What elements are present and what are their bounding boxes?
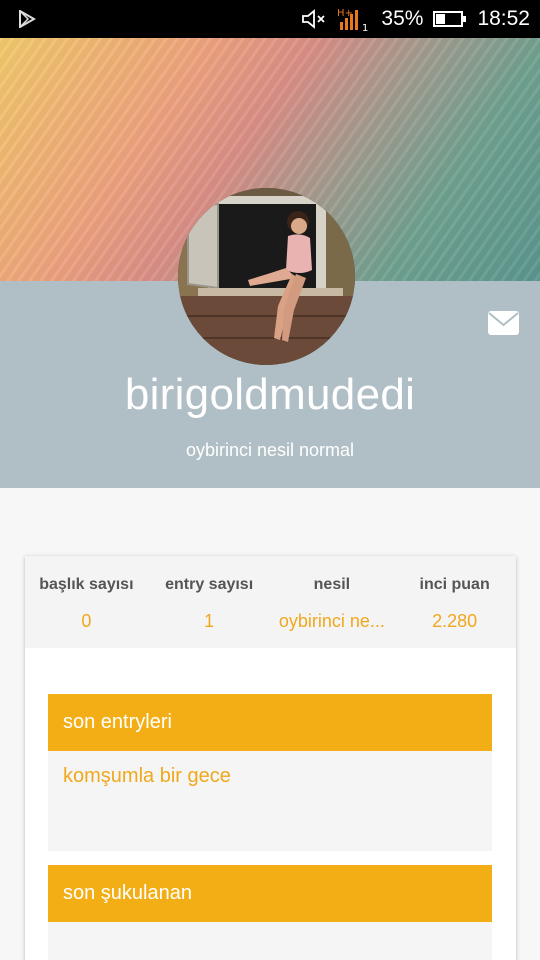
- stat-label: nesil: [313, 576, 351, 593]
- username: birigoldmudedi: [124, 370, 416, 419]
- stat-label: inci puan: [419, 576, 490, 593]
- clock: 18:52: [477, 7, 530, 30]
- stats-row: başlık sayısı 0 entry sayısı 1 nesil oyb…: [25, 556, 516, 648]
- profile-subtitle: oybirinci nesil normal: [185, 440, 355, 460]
- avatar[interactable]: [178, 188, 355, 365]
- recent-entries-list: komşumla bir gece: [48, 751, 492, 851]
- recent-upvoted-header[interactable]: son şukulanan: [48, 865, 492, 922]
- stat-entry-count: entry sayısı 1: [148, 556, 271, 648]
- entry-link[interactable]: komşumla bir gece: [48, 751, 492, 788]
- sim-label: 1: [362, 23, 368, 32]
- profile-card: başlık sayısı 0 entry sayısı 1 nesil oyb…: [25, 556, 516, 960]
- profile-header: birigoldmudedi oybirinci nesil normal: [0, 38, 540, 488]
- mail-icon[interactable]: [487, 310, 520, 341]
- stat-value: 2.280: [432, 611, 478, 631]
- stat-label: entry sayısı: [165, 576, 254, 593]
- signal-icon: H+ 1: [337, 6, 371, 32]
- stat-points: inci puan 2.280: [393, 556, 516, 648]
- stat-topic-count: başlık sayısı 0: [25, 556, 148, 648]
- battery-percent: 35%: [381, 7, 424, 30]
- stat-value: 1: [204, 611, 215, 631]
- recent-upvoted-list: [48, 922, 492, 960]
- battery-icon: [433, 10, 467, 28]
- mute-icon: [301, 8, 327, 30]
- stat-value: oybirinci ne...: [278, 611, 385, 631]
- stat-generation: nesil oybirinci ne...: [271, 556, 394, 648]
- stat-value: 0: [81, 611, 92, 631]
- play-store-icon: [18, 9, 37, 33]
- status-bar: H+ 1 35% 18:52: [0, 0, 540, 38]
- stat-label: başlık sayısı: [39, 576, 134, 593]
- recent-entries-header[interactable]: son entryleri: [48, 694, 492, 751]
